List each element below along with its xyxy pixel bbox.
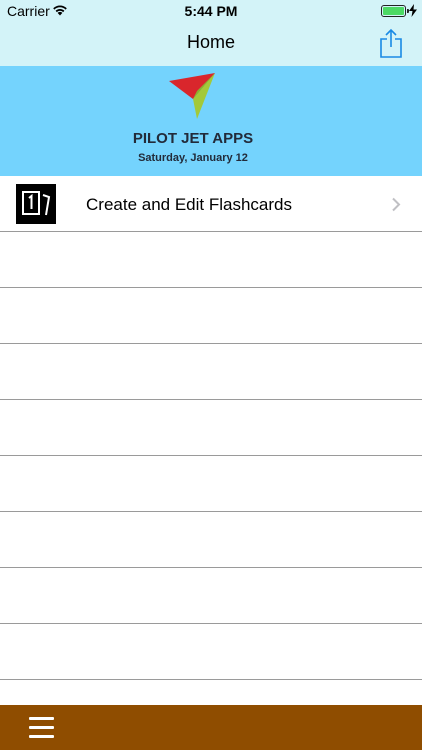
page-title: Home bbox=[186, 32, 235, 52]
home-screen: Carrier 5:44 PM Home PILOT JET APPS Satu… bbox=[0, 0, 422, 750]
bottom-toolbar bbox=[0, 705, 422, 750]
list-item-label: Create and Edit Flashcards bbox=[86, 195, 292, 214]
list-item-empty bbox=[0, 456, 422, 512]
list-item-empty bbox=[0, 344, 422, 400]
list-item-empty bbox=[0, 512, 422, 568]
status-bar: Carrier 5:44 PM bbox=[0, 0, 422, 22]
list-item-create-edit-flashcards[interactable]: Create and Edit Flashcards bbox=[0, 176, 422, 232]
chevron-right-icon bbox=[392, 197, 401, 212]
list-item-empty bbox=[0, 568, 422, 624]
flashcards-icon bbox=[16, 184, 56, 224]
charging-bolt-icon bbox=[409, 4, 417, 17]
app-name: PILOT JET APPS bbox=[132, 130, 254, 147]
current-date: Saturday, January 12 bbox=[138, 152, 248, 164]
menu-list: Create and Edit Flashcards bbox=[0, 176, 422, 680]
list-item-empty bbox=[0, 232, 422, 288]
hamburger-menu-icon[interactable] bbox=[29, 717, 54, 738]
app-banner: PILOT JET APPS Saturday, January 12 bbox=[0, 66, 422, 176]
battery-icon bbox=[381, 5, 409, 17]
paper-plane-logo bbox=[169, 73, 215, 119]
status-time: 5:44 PM bbox=[184, 3, 238, 19]
top-bar: Carrier 5:44 PM Home bbox=[0, 0, 422, 66]
list-item-empty bbox=[0, 400, 422, 456]
list-item-empty bbox=[0, 624, 422, 680]
share-icon[interactable] bbox=[379, 28, 403, 58]
list-item-empty bbox=[0, 288, 422, 344]
